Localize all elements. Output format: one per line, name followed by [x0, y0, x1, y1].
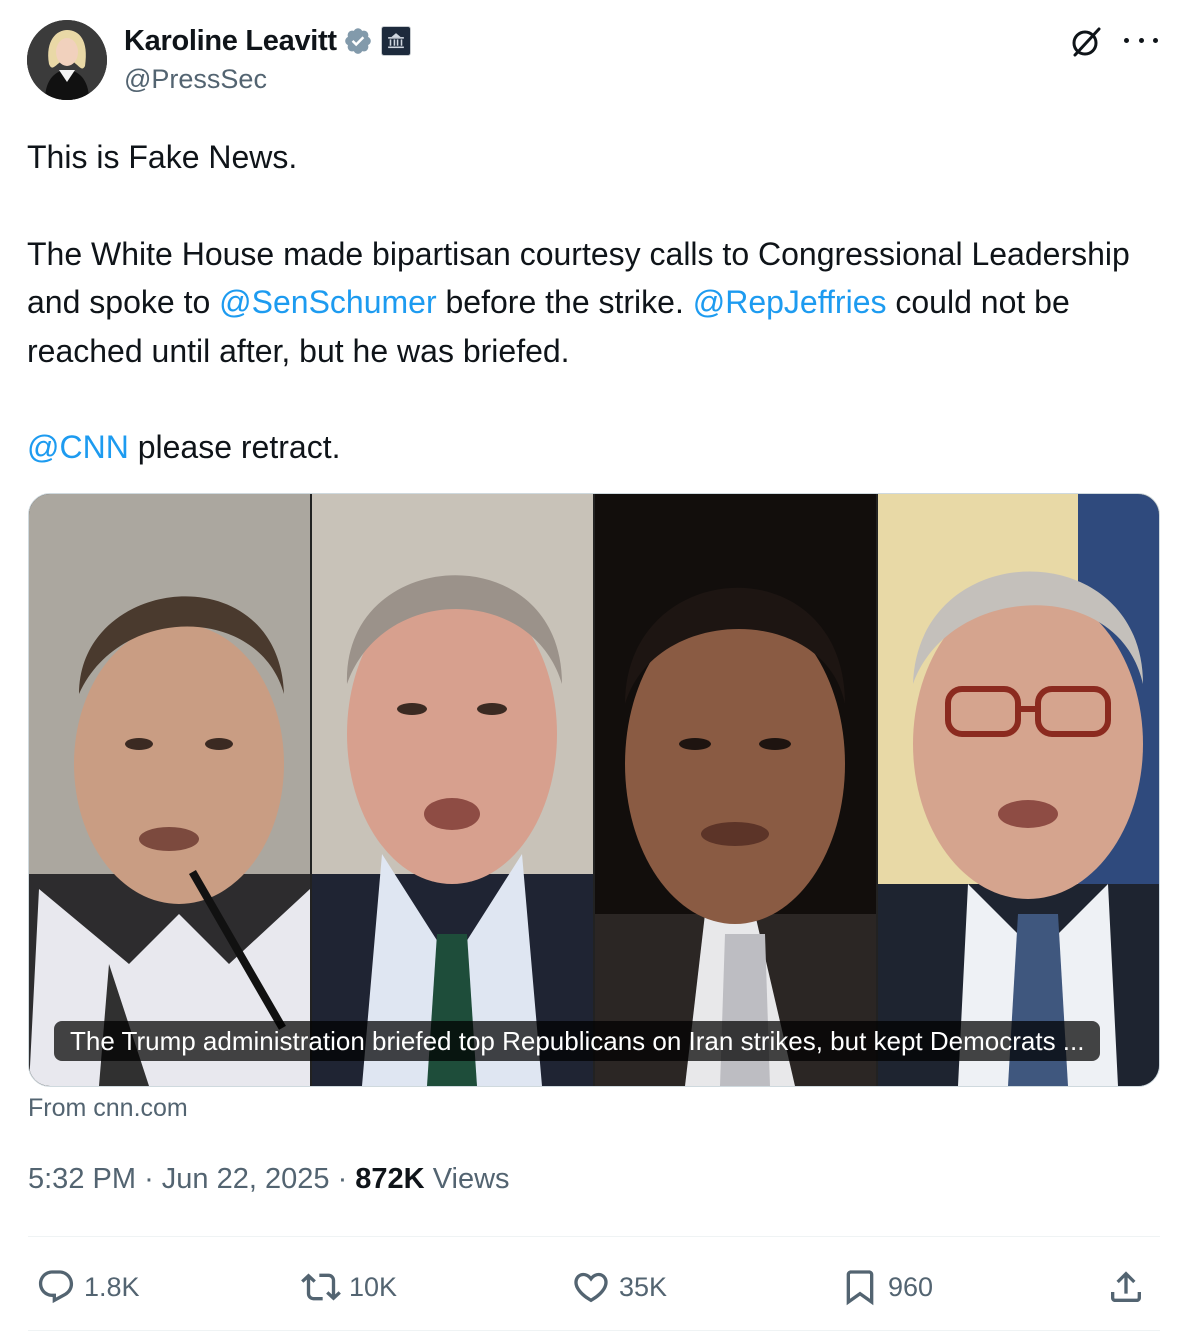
meta-separator: · [337, 1163, 348, 1195]
share-button[interactable] [1106, 1262, 1154, 1312]
verified-badge-icon[interactable] [343, 26, 373, 56]
bookmark-button[interactable]: 960 [840, 1262, 933, 1312]
repost-count: 10K [349, 1271, 398, 1302]
tweet-date[interactable]: Jun 22, 2025 [162, 1163, 330, 1195]
author-name[interactable]: Karoline Leavitt [124, 25, 337, 58]
heart-icon [574, 1272, 608, 1303]
author-name-row: Karoline Leavitt [124, 22, 411, 60]
meta-separator: · [144, 1163, 154, 1195]
card-photo-3 [595, 494, 876, 1086]
tweet-text-segment: please retract. [128, 429, 341, 465]
divider [28, 1330, 1160, 1331]
mention-senschumer-link[interactable]: @SenSchumer [219, 284, 436, 320]
card-photo-4 [878, 494, 1159, 1086]
more-options-icon[interactable] [1124, 28, 1158, 52]
avatar-image [27, 20, 107, 100]
views-count: 872K [355, 1163, 425, 1195]
mention-cnn-link[interactable]: @CNN [27, 429, 129, 465]
bookmark-icon [846, 1270, 874, 1306]
views-label: Views [432, 1163, 510, 1195]
tweet-line-1: This is Fake News. [27, 139, 298, 175]
tweet-time[interactable]: 5:32 PM [28, 1163, 136, 1195]
share-icon [1111, 1271, 1141, 1302]
white-house-seal-icon[interactable] [380, 26, 411, 56]
tweet-text-segment: before the strike. [436, 284, 693, 320]
reply-button[interactable]: 1.8K [36, 1262, 140, 1312]
mention-repjeffries-link[interactable]: @RepJeffries [693, 284, 887, 320]
like-button[interactable]: 35K [571, 1262, 667, 1312]
card-photo-2 [312, 494, 593, 1086]
like-count: 35K [619, 1271, 668, 1302]
divider [28, 1236, 1160, 1237]
tweet-paragraph-3: @CNN please retract. [27, 423, 1167, 472]
link-card[interactable]: The Trump administration briefed top Rep… [28, 493, 1160, 1087]
card-photo-1 [29, 494, 310, 1086]
card-source[interactable]: From cnn.com [28, 1094, 188, 1123]
grok-icon[interactable] [1068, 24, 1104, 60]
author-avatar[interactable] [27, 20, 107, 100]
repost-button[interactable]: 10K [301, 1262, 397, 1312]
tweet-meta: 5:32 PM · Jun 22, 2025 · 872K Views [28, 1163, 510, 1196]
tweet-paragraph-2: The White House made bipartisan courtesy… [27, 230, 1167, 376]
author-handle[interactable]: @PressSec [124, 64, 267, 95]
card-caption: The Trump administration briefed top Rep… [54, 1021, 1101, 1061]
repost-icon [301, 1273, 341, 1301]
bookmark-count: 960 [888, 1271, 934, 1302]
reply-icon [38, 1270, 74, 1304]
reply-count: 1.8K [84, 1271, 140, 1302]
tweet-text: This is Fake News. The White House made … [27, 133, 1167, 472]
action-bar: 1.8K 10K 35K 960 [28, 1262, 1158, 1312]
